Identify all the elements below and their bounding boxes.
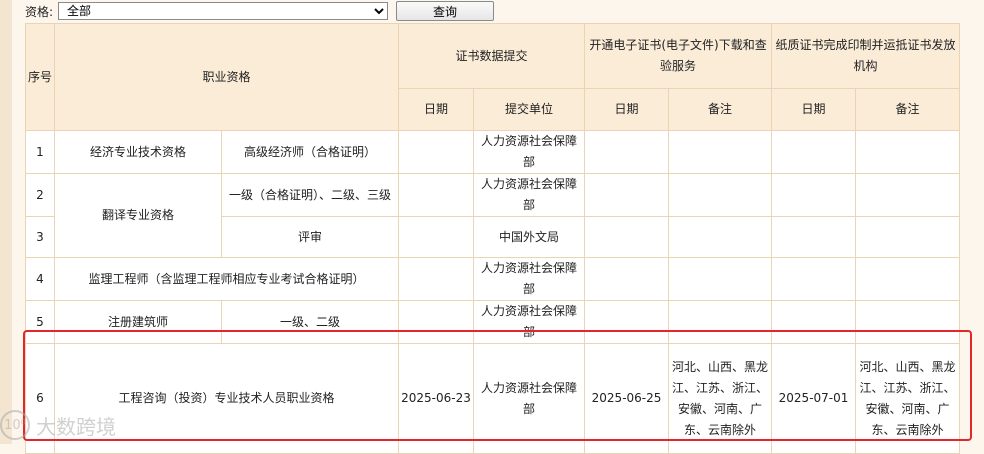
row-submit-unit: 人力资源社会保障部 [473, 257, 586, 301]
row-submit-date [398, 300, 475, 344]
row-submit-date [398, 257, 475, 301]
filter-bar: 资格: 全部 查询 [25, 1, 495, 21]
row-seq: 3 [25, 216, 55, 258]
row-submit-date [398, 216, 475, 258]
row-submit-unit: 人力资源社会保障部 [473, 130, 586, 174]
header-qualification: 职业资格 [53, 23, 400, 131]
row-p-date [771, 257, 857, 301]
row-e-date [584, 257, 670, 301]
header-submit-unit: 提交单位 [473, 88, 586, 131]
header-e-date: 日期 [584, 88, 670, 131]
certificate-schedule-table: 序号 职业资格 证书数据提交 开通电子证书(电子文件)下载和查验服务 纸质证书完… [25, 23, 961, 454]
row-seq: 4 [25, 257, 55, 301]
row-sub-qualification: 一级（合格证明）、二级、三级 [220, 173, 400, 217]
header-seq: 序号 [25, 23, 55, 131]
row-qualification: 经济专业技术资格 [54, 130, 222, 174]
header-p-note: 备注 [855, 88, 961, 131]
row-sub-qualification: 评审 [220, 216, 400, 258]
row-e-note [668, 173, 773, 217]
row-e-note: 河北、山西、黑龙江、江苏、浙江、安徽、河南、广东、云南除外 [668, 343, 773, 454]
row-sub-qualification: 一级、二级 [220, 300, 400, 344]
qualification-filter-label: 资格: [25, 4, 54, 19]
row-e-date [584, 300, 670, 344]
row-submit-date [398, 173, 475, 217]
row-e-date [584, 130, 670, 174]
table-row: 4 监理工程师（含监理工程师相应专业考试合格证明） 人力资源社会保障部 [25, 257, 961, 301]
header-e-note: 备注 [668, 88, 773, 131]
table-row: 2 翻译专业资格 一级（合格证明）、二级、三级 人力资源社会保障部 [25, 173, 961, 258]
query-button[interactable]: 查询 [396, 1, 495, 21]
row-p-date [771, 130, 857, 174]
row-submit-date [398, 130, 475, 174]
row-p-note: 河北、山西、黑龙江、江苏、浙江、安徽、河南、广东、云南除外 [855, 343, 961, 454]
row-p-note [855, 257, 961, 301]
row-seq: 2 [25, 173, 55, 217]
row-qualification: 注册建筑师 [54, 300, 222, 344]
row-e-date [584, 173, 670, 217]
header-submit-date: 日期 [398, 88, 475, 131]
row-seq: 6 [25, 343, 55, 454]
row-p-note [855, 130, 961, 174]
left-edge-strip [0, 0, 12, 444]
row-qualification: 翻译专业资格 [54, 173, 222, 258]
row-e-date: 2025-06-25 [584, 343, 670, 454]
row-qualification: 监理工程师（含监理工程师相应专业考试合格证明） [53, 257, 400, 301]
row-submit-unit: 中国外文局 [473, 216, 586, 258]
row-e-note [668, 300, 773, 344]
row-e-note [668, 257, 773, 301]
row-qualification: 工程咨询（投资）专业技术人员职业资格 [53, 343, 400, 454]
qualification-select[interactable]: 全部 [58, 2, 389, 20]
row-p-date [771, 173, 857, 217]
row-p-date [771, 216, 857, 258]
header-e-cert: 开通电子证书(电子文件)下载和查验服务 [584, 23, 773, 89]
header-p-date: 日期 [771, 88, 857, 131]
row-p-note [855, 216, 961, 258]
row-e-date [584, 216, 670, 258]
row-submit-unit: 人力资源社会保障部 [473, 343, 586, 454]
row-p-note [855, 300, 961, 344]
row-sub-qualification: 高级经济师（合格证明） [220, 130, 400, 174]
header-paper-cert: 纸质证书完成印制并运抵证书发放机构 [771, 23, 961, 89]
row-p-note [855, 173, 961, 217]
row-seq: 5 [25, 300, 55, 344]
table-row: 5 注册建筑师 一级、二级 人力资源社会保障部 [25, 300, 961, 344]
row-e-note [668, 216, 773, 258]
row-submit-unit: 人力资源社会保障部 [473, 300, 586, 344]
row-submit-unit: 人力资源社会保障部 [473, 173, 586, 217]
row-e-note [668, 130, 773, 174]
row-submit-date: 2025-06-23 [398, 343, 475, 454]
header-cert-submit: 证书数据提交 [398, 23, 586, 89]
row-p-date [771, 300, 857, 344]
table-row: 6 工程咨询（投资）专业技术人员职业资格 2025-06-23 人力资源社会保障… [25, 343, 961, 454]
table-row: 1 经济专业技术资格 高级经济师（合格证明） 人力资源社会保障部 [25, 130, 961, 174]
row-seq: 1 [25, 130, 55, 174]
row-p-date: 2025-07-01 [771, 343, 857, 454]
